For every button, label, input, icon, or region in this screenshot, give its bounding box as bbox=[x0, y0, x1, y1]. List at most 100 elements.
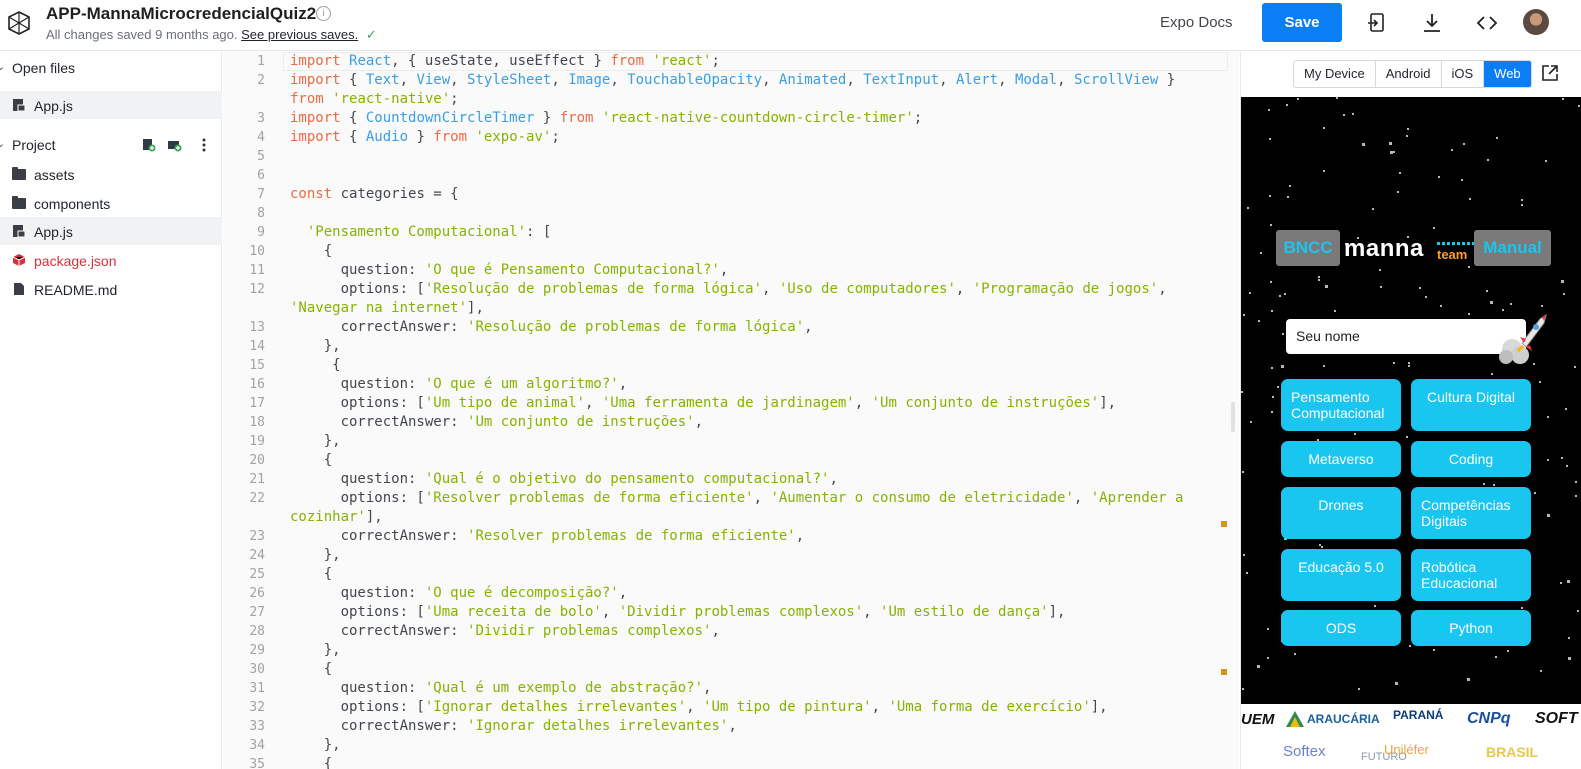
category-button[interactable]: ODS bbox=[1281, 610, 1401, 646]
new-folder-icon[interactable] bbox=[168, 138, 182, 152]
tab-web[interactable]: Web bbox=[1484, 61, 1531, 87]
new-file-icon[interactable] bbox=[142, 138, 156, 152]
code-line[interactable]: 3 import { CountdownCircleTimer } from 'r… bbox=[223, 109, 1239, 128]
code-line[interactable]: 29 }, bbox=[223, 641, 1239, 660]
project-item-app-js[interactable]: App.js bbox=[0, 217, 222, 245]
bncc-button[interactable]: BNCC bbox=[1276, 230, 1340, 266]
star-dot bbox=[1562, 98, 1564, 100]
chevron-down-icon: ⌄ bbox=[0, 61, 6, 73]
open-in-new-window-icon[interactable] bbox=[1541, 64, 1559, 82]
project-item-package-json[interactable]: package.json bbox=[0, 246, 222, 274]
code-line[interactable]: 21 question: 'Qual é o objetivo do pensa… bbox=[223, 470, 1239, 489]
warning-marker[interactable] bbox=[1221, 669, 1227, 675]
previous-saves-link[interactable]: See previous saves. bbox=[241, 27, 358, 42]
code-text: import { CountdownCircleTimer } from 're… bbox=[290, 110, 923, 126]
open-file-app-js[interactable]: App.js bbox=[0, 91, 222, 119]
category-button[interactable]: Cultura Digital bbox=[1411, 379, 1531, 431]
code-line[interactable]: 16 question: 'O que é um algoritmo?', bbox=[223, 375, 1239, 394]
warning-marker[interactable] bbox=[1221, 521, 1227, 527]
editor-scrollbar[interactable] bbox=[1231, 402, 1235, 432]
code-line[interactable]: 33 correctAnswer: 'Ignorar detalhes irre… bbox=[223, 717, 1239, 736]
tab-ios[interactable]: iOS bbox=[1441, 61, 1485, 87]
code-line[interactable]: 34 }, bbox=[223, 736, 1239, 755]
star-dot bbox=[1406, 135, 1408, 137]
save-button[interactable]: Save bbox=[1262, 3, 1342, 42]
star-dot bbox=[1491, 373, 1493, 375]
category-button[interactable]: Drones bbox=[1281, 487, 1401, 539]
code-line[interactable]: 12 options: ['Resolução de problemas de … bbox=[223, 280, 1239, 299]
code-line[interactable]: 1 import React, { useState, useEffect } f… bbox=[223, 52, 1239, 71]
download-icon[interactable] bbox=[1421, 12, 1443, 34]
code-line[interactable]: 10 { bbox=[223, 242, 1239, 261]
code-line[interactable]: 4 import { Audio } from 'expo-av'; bbox=[223, 128, 1239, 147]
file-name: README.md bbox=[34, 282, 118, 298]
category-button[interactable]: Metaverso bbox=[1281, 441, 1401, 477]
info-icon[interactable]: i bbox=[316, 6, 331, 21]
code-line[interactable]: 5 bbox=[223, 147, 1239, 166]
code-line[interactable]: 2 import { Text, View, StyleSheet, Image,… bbox=[223, 71, 1239, 90]
expo-docs-link[interactable]: Expo Docs bbox=[1160, 14, 1233, 31]
manual-button[interactable]: Manual bbox=[1474, 230, 1551, 266]
project-title[interactable]: APP-MannaMicrocredencialQuiz2 bbox=[46, 4, 316, 24]
category-button[interactable]: Python bbox=[1411, 610, 1531, 646]
code-line[interactable]: from 'react-native'; bbox=[223, 90, 1239, 109]
category-button[interactable]: Educação 5.0 bbox=[1281, 549, 1401, 601]
code-line[interactable]: 32 options: ['Ignorar detalhes irrelevan… bbox=[223, 698, 1239, 717]
code-line[interactable]: 24 }, bbox=[223, 546, 1239, 565]
code-line[interactable]: 25 { bbox=[223, 565, 1239, 584]
code-line[interactable]: 23 correctAnswer: 'Resolver problemas de… bbox=[223, 527, 1239, 546]
code-line[interactable]: 17 options: ['Um tipo de animal', 'Uma f… bbox=[223, 394, 1239, 413]
star-dot bbox=[1250, 421, 1252, 423]
code-line[interactable]: 8 bbox=[223, 204, 1239, 223]
user-avatar[interactable] bbox=[1523, 9, 1549, 35]
open-files-header[interactable]: ⌄ Open files bbox=[0, 54, 222, 82]
category-button[interactable]: Competências Digitais bbox=[1411, 487, 1531, 539]
tab-android[interactable]: Android bbox=[1375, 61, 1442, 87]
code-line[interactable]: 31 question: 'Qual é um exemplo de abstr… bbox=[223, 679, 1239, 698]
more-options-icon[interactable] bbox=[197, 138, 211, 152]
code-line[interactable]: 22 options: ['Resolver problemas de form… bbox=[223, 489, 1239, 508]
open-project-icon[interactable] bbox=[1366, 12, 1388, 34]
code-line[interactable]: 35 { bbox=[223, 755, 1239, 769]
code-line[interactable]: 6 bbox=[223, 166, 1239, 185]
category-button[interactable]: Pensamento Computacional bbox=[1281, 379, 1401, 431]
star-dot bbox=[1521, 199, 1523, 201]
code-editor[interactable]: 1 import React, { useState, useEffect } f… bbox=[223, 52, 1239, 769]
tab-my-device[interactable]: My Device bbox=[1294, 61, 1376, 87]
code-line[interactable]: 13 correctAnswer: 'Resolução de problema… bbox=[223, 318, 1239, 337]
code-line[interactable]: cozinhar'], bbox=[223, 508, 1239, 527]
project-header[interactable]: ⌄ Project bbox=[0, 131, 222, 159]
star-dot bbox=[1362, 143, 1365, 146]
code-line[interactable]: 14 }, bbox=[223, 337, 1239, 356]
category-button[interactable]: Coding bbox=[1411, 441, 1531, 477]
code-line[interactable]: 11 question: 'O que é Pensamento Computa… bbox=[223, 261, 1239, 280]
name-input[interactable]: Seu nome bbox=[1286, 319, 1526, 354]
star-dot bbox=[1260, 252, 1262, 254]
project-item-assets[interactable]: assets bbox=[0, 160, 222, 188]
code-text: { bbox=[290, 357, 341, 373]
code-line[interactable]: 28 correctAnswer: 'Dividir problemas com… bbox=[223, 622, 1239, 641]
code-line[interactable]: 15 { bbox=[223, 356, 1239, 375]
code-line[interactable]: 30 { bbox=[223, 660, 1239, 679]
star-dot bbox=[1409, 645, 1411, 647]
code-line[interactable]: 9 'Pensamento Computacional': [ bbox=[223, 223, 1239, 242]
star-dot bbox=[1521, 607, 1523, 609]
code-line[interactable]: 7 const categories = { bbox=[223, 185, 1239, 204]
code-line[interactable]: 20 { bbox=[223, 451, 1239, 470]
embed-code-icon[interactable] bbox=[1476, 12, 1498, 34]
star-dot bbox=[1271, 310, 1273, 312]
star-dot bbox=[1372, 208, 1374, 210]
code-text: }, bbox=[290, 338, 341, 354]
code-line[interactable]: 19 }, bbox=[223, 432, 1239, 451]
category-button[interactable]: Robótica Educacional bbox=[1411, 549, 1531, 601]
code-line[interactable]: 'Navegar na internet'], bbox=[223, 299, 1239, 318]
project-item-readme[interactable]: README.md bbox=[0, 275, 222, 303]
line-number: 10 bbox=[249, 244, 265, 259]
code-text: import React, { useState, useEffect } fr… bbox=[290, 53, 720, 69]
snack-logo-icon[interactable] bbox=[6, 10, 32, 36]
project-item-components[interactable]: components bbox=[0, 189, 222, 217]
code-line[interactable]: 27 options: ['Uma receita de bolo', 'Div… bbox=[223, 603, 1239, 622]
code-text: options: ['Uma receita de bolo', 'Dividi… bbox=[290, 604, 1066, 620]
code-line[interactable]: 18 correctAnswer: 'Um conjunto de instru… bbox=[223, 413, 1239, 432]
code-line[interactable]: 26 question: 'O que é decomposição?', bbox=[223, 584, 1239, 603]
